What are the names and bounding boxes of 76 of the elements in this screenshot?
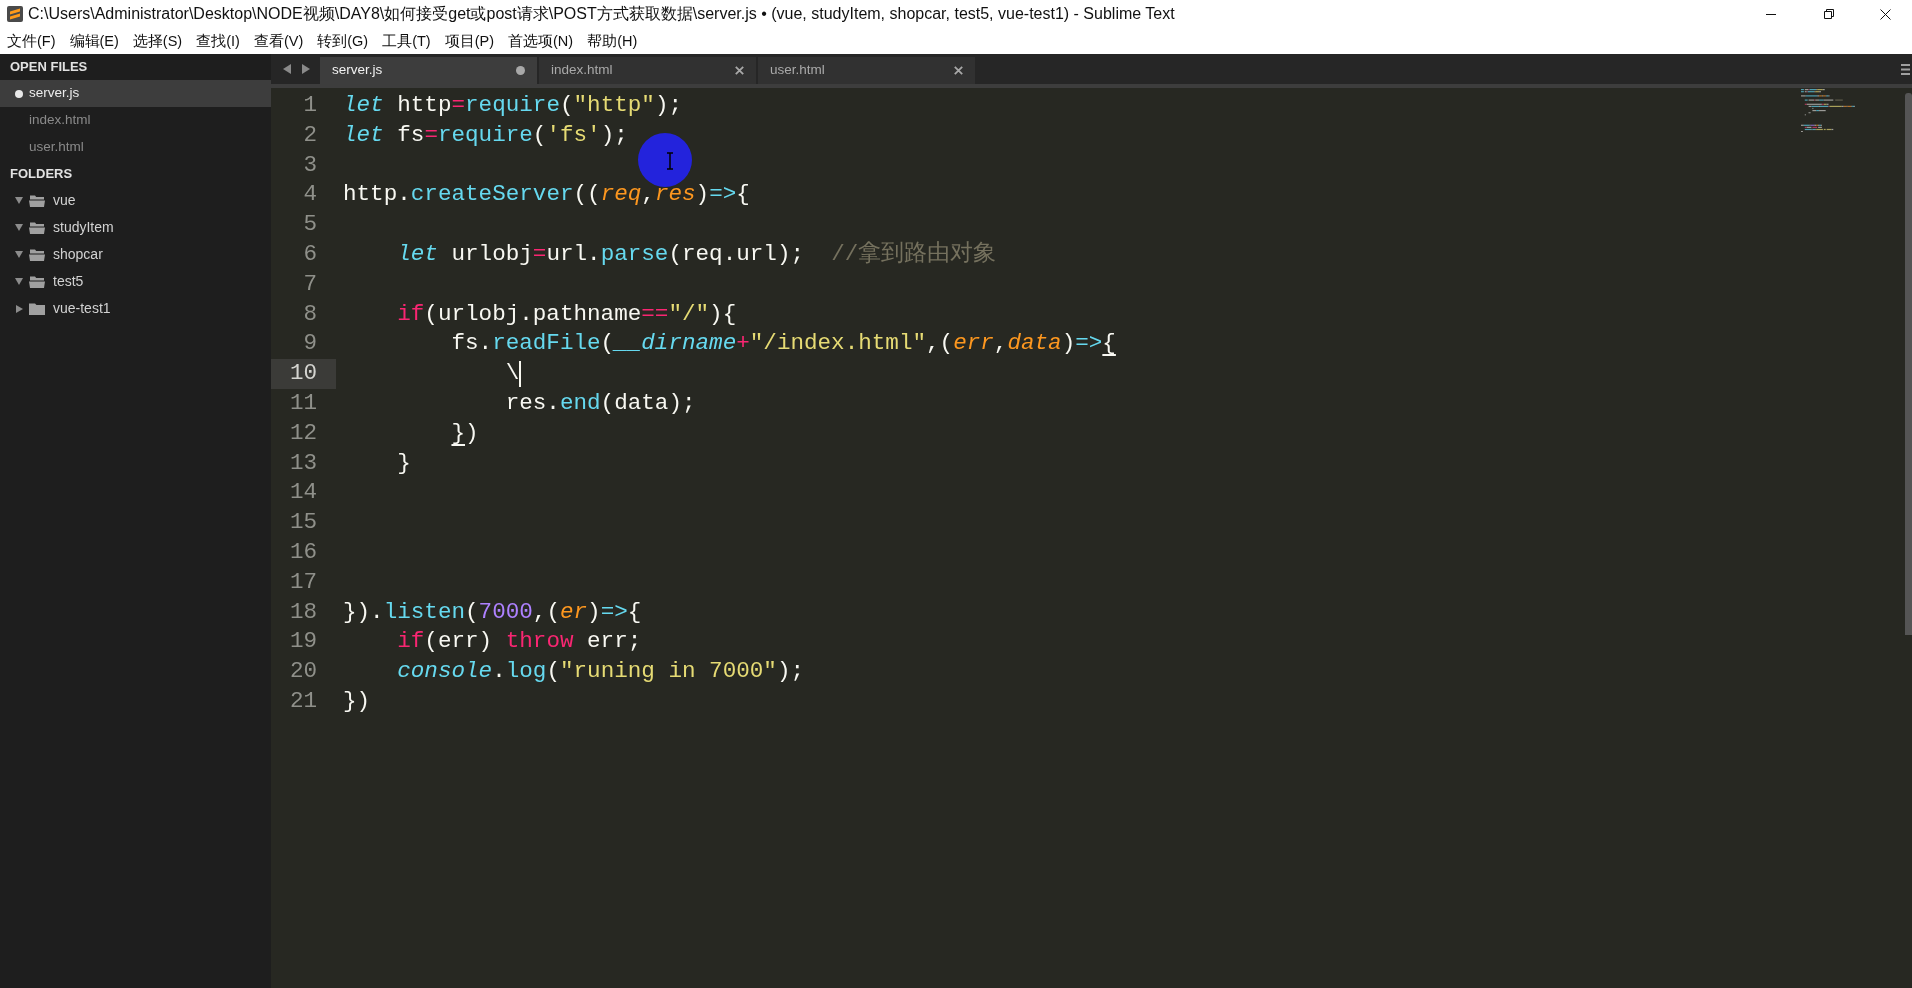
- code-line: }).listen(7000,(er)=>{: [343, 597, 642, 627]
- caret-down-icon[interactable]: [15, 251, 23, 258]
- sidebar-file-item[interactable]: index.html: [0, 107, 271, 134]
- code-line: }: [397, 448, 411, 478]
- app-icon: [7, 6, 23, 22]
- menu-item[interactable]: 编辑(E): [69, 33, 119, 49]
- line-number: 5: [302, 210, 318, 240]
- caret-left-icon[interactable]: [283, 64, 291, 74]
- sidebar-file-item[interactable]: user.html: [0, 134, 271, 161]
- sidebar-file-item[interactable]: server.js: [0, 80, 271, 107]
- tab[interactable]: index.html: [539, 57, 756, 84]
- close-icon[interactable]: [735, 66, 744, 75]
- line-number: 18: [288, 597, 318, 627]
- restore-icon: [1824, 9, 1834, 19]
- section-header: FOLDERS: [9, 165, 74, 184]
- code-line: }): [343, 686, 371, 716]
- section-header: OPEN FILES: [9, 58, 89, 77]
- caret-down-icon[interactable]: [15, 278, 23, 285]
- code-line: let http=require("http");: [343, 91, 682, 120]
- code-line: if(urlobj.pathname=="/"){: [397, 299, 737, 329]
- line-number: 8: [302, 299, 318, 329]
- menu-icon[interactable]: [1901, 63, 1910, 75]
- line-number: 12: [288, 418, 318, 448]
- window-title: C:\Users\Administrator\Desktop\NODE视频\DAY8\如何接受get或post请求\POST方式获取数据\server.js • (vue, studyItem, shopcar, test5, vue-test1) - Sublime Text: [28, 4, 1175, 24]
- menu-item[interactable]: 首选项(N): [508, 33, 574, 49]
- folder-item[interactable]: vue: [0, 187, 271, 214]
- line-number: 15: [288, 508, 318, 538]
- minimap-drawing: [1801, 89, 1856, 133]
- folder-item[interactable]: studyItem: [0, 214, 271, 241]
- line-number: 2: [302, 120, 318, 150]
- line-number: 1: [302, 91, 318, 120]
- line-number: 11: [288, 388, 318, 418]
- menu-item[interactable]: 帮助(H): [587, 33, 638, 49]
- code-line: if(err) throw err;: [397, 627, 642, 657]
- code-line: let urlobj=url.parse(req.url); //拿到路由对象: [397, 240, 997, 269]
- line-number: 21: [288, 686, 318, 716]
- folder-item[interactable]: shopcar: [0, 241, 271, 268]
- caret-right-icon[interactable]: [16, 304, 23, 313]
- menu-item[interactable]: 查找(I): [196, 33, 240, 49]
- menu-item[interactable]: 查看(V): [253, 33, 304, 49]
- line-number: 19: [288, 627, 318, 657]
- caret-right-icon[interactable]: [302, 64, 310, 74]
- folder-item[interactable]: vue-test1: [0, 295, 271, 322]
- menu-item[interactable]: 文件(F): [7, 33, 56, 49]
- line-number: 3: [302, 150, 318, 180]
- code-line: res.end(data);: [505, 388, 696, 418]
- menu-item[interactable]: 选择(S): [132, 33, 183, 49]
- menu-item[interactable]: 项目(P): [444, 33, 495, 49]
- line-number: 20: [288, 657, 318, 687]
- close-icon: [1879, 8, 1891, 20]
- line-number: 6: [302, 240, 318, 269]
- code-line: console.log("runing in 7000");: [397, 657, 804, 687]
- code-line: fs.readFile(__dirname+"/index.html",(err,data)=>{: [451, 329, 1116, 359]
- scrollbar[interactable]: [1905, 93, 1912, 635]
- caret-down-icon[interactable]: [15, 197, 23, 204]
- line-number: 16: [288, 537, 318, 567]
- tab[interactable]: server.js: [320, 57, 537, 84]
- close-icon[interactable]: [954, 66, 963, 75]
- menu-item[interactable]: 工具(T): [382, 33, 431, 49]
- menu-item[interactable]: 转到(G): [317, 33, 369, 49]
- caret-down-icon[interactable]: [15, 224, 23, 231]
- line-number: 13: [288, 448, 318, 478]
- code-line: }): [451, 418, 479, 448]
- code-line: let fs=require('fs');: [343, 120, 628, 150]
- line-number: 10: [271, 359, 336, 389]
- line-number: 14: [288, 478, 318, 508]
- folder-item[interactable]: test5: [0, 268, 271, 295]
- code-line: http.createServer((req,res)=>{: [343, 180, 750, 210]
- line-number: 9: [302, 329, 318, 359]
- click-highlight-icon: [638, 133, 692, 187]
- line-number: 4: [302, 180, 318, 210]
- tab[interactable]: user.html: [758, 57, 975, 84]
- line-number: 17: [288, 567, 318, 597]
- minimize-icon: [1766, 13, 1776, 15]
- code-line: \: [505, 359, 520, 389]
- line-number: 7: [302, 269, 318, 299]
